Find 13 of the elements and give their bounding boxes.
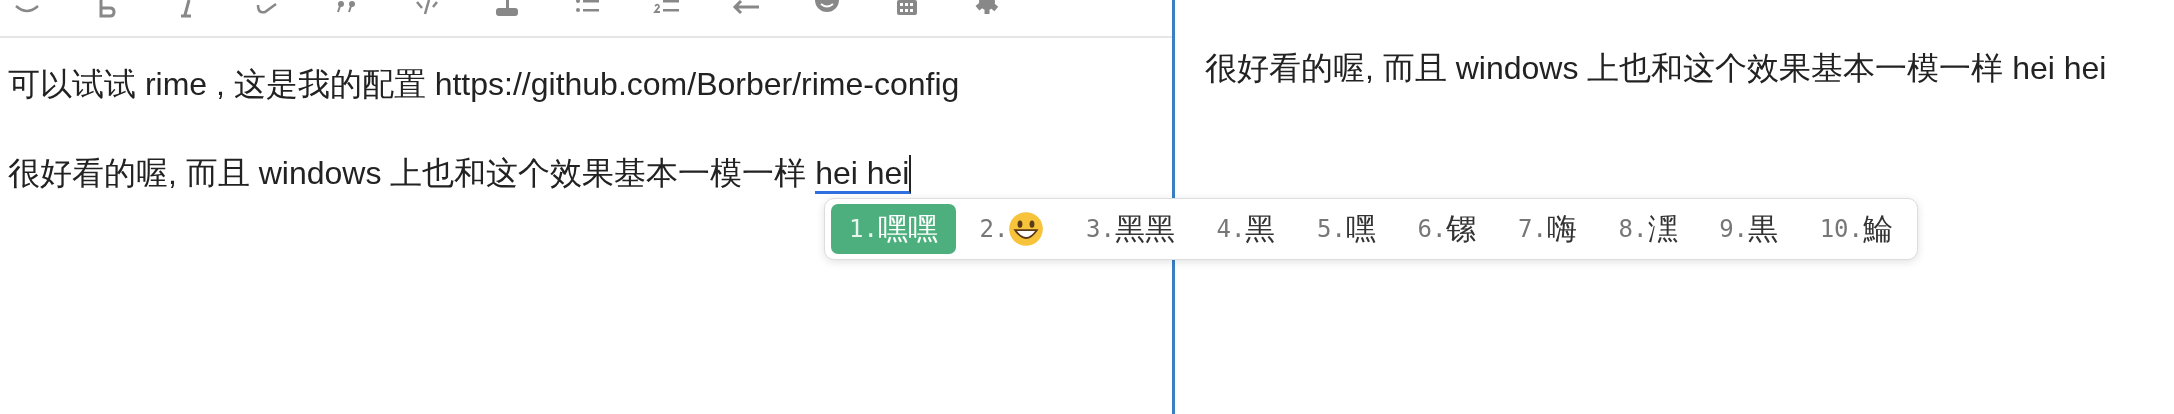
editor-paragraph: 可以试试 rime , 这是我的配置 https://github.com/Borber/rime-config [8,65,961,104]
candidate-item[interactable]: 5.嘿 [1299,204,1394,254]
editor-paragraph: 很好看的喔, 而且 windows 上也和这个效果基本一模一样 hei hei [8,147,1164,199]
candidate-item[interactable]: 3.黑黑 [1068,204,1193,254]
candidate-item[interactable]: 2. [961,204,1063,254]
grinning-face-icon [1008,211,1045,247]
candidate-item[interactable]: 4.黑 [1198,204,1294,254]
preview-paragraph: 很好看的喔, 而且 windows 上也和这个效果基本一模一样 hei hei [1205,49,2108,88]
candidate-item[interactable]: 9.黒 [1701,204,1797,254]
candidate-item[interactable]: 8.潶 [1600,204,1696,254]
candidate-item[interactable]: 6.镙 [1399,204,1495,254]
candidate-item[interactable]: 10.鯩 [1801,204,1911,254]
candidate-item[interactable]: 7.嗨 [1500,204,1595,254]
